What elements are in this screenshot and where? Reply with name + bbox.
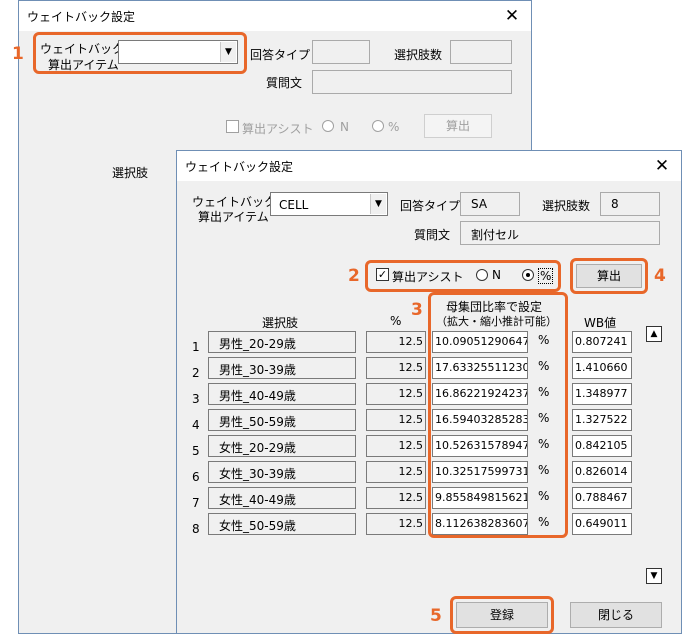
row-pct-value: 12.5 (366, 357, 426, 379)
row-pct-value: 12.5 (366, 409, 426, 431)
callout-number-4: 4 (654, 266, 666, 286)
row-index: 4 (192, 418, 200, 432)
row-choice-label: 女性_50-59歳 (208, 513, 356, 535)
front-answer-type-field: SA (460, 192, 520, 216)
front-item-label-2: 算出アイテム (198, 210, 269, 224)
row-choice-label: 女性_40-49歳 (208, 487, 356, 509)
row-wb-value: 0.842105 (572, 435, 632, 457)
front-dialog-title: ウェイトバック設定 (185, 160, 294, 174)
row-index: 8 (192, 522, 200, 536)
callout-number-3: 3 (411, 300, 423, 320)
row-choice-label: 女性_30-39歳 (208, 461, 356, 483)
row-index: 7 (192, 496, 200, 510)
row-pct-value: 12.5 (366, 487, 426, 509)
row-pct-value: 12.5 (366, 331, 426, 353)
back-dialog-title: ウェイトバック設定 (27, 10, 136, 24)
callout-box-assist (365, 260, 561, 292)
row-pct-value: 12.5 (366, 435, 426, 457)
front-question-value: 割付セル (471, 228, 520, 242)
callout-box-pop-column (428, 292, 568, 538)
row-choice-label: 男性_40-49歳 (208, 383, 356, 405)
callout-box-calc (570, 258, 648, 294)
back-choices-count-label: 選択肢数 (394, 48, 443, 62)
front-chevron-down-icon[interactable]: ▼ (370, 194, 386, 214)
front-choices-count-field: 8 (600, 192, 660, 216)
row-index: 3 (192, 392, 200, 406)
callout-number-1: 1 (12, 44, 24, 64)
front-titlebar: ウェイトバック設定 ✕ (177, 151, 681, 181)
callout-number-5: 5 (430, 606, 442, 626)
row-choice-label: 男性_30-39歳 (208, 357, 356, 379)
row-choice-label: 女性_20-29歳 (208, 435, 356, 457)
row-pct-value: 12.5 (366, 461, 426, 483)
row-pct-value: 12.5 (366, 513, 426, 535)
row-choice-label: 男性_50-59歳 (208, 409, 356, 431)
back-radio-pct[interactable] (372, 120, 384, 132)
row-wb-value: 0.649011 (572, 513, 632, 535)
front-answer-type-value: SA (471, 197, 488, 211)
callout-number-2: 2 (348, 266, 360, 286)
back-assist-label: 算出アシスト (242, 122, 314, 136)
back-assist-checkbox[interactable] (226, 120, 239, 133)
back-radio-n-label: N (340, 120, 349, 134)
scroll-down-icon[interactable]: ▼ (646, 568, 662, 584)
front-question-field: 割付セル (460, 221, 660, 245)
row-pct-value: 12.5 (366, 383, 426, 405)
col-wb-header: WB値 (584, 316, 617, 330)
col-choices-header: 選択肢 (262, 316, 299, 330)
front-answer-type-label: 回答タイプ (400, 199, 461, 213)
callout-box-register (450, 596, 554, 634)
front-item-combo[interactable]: CELL ▼ (270, 192, 388, 216)
vertical-scrollbar[interactable]: ▲ ▼ (644, 320, 664, 586)
row-wb-value: 0.826014 (572, 461, 632, 483)
row-index: 2 (192, 366, 200, 380)
row-wb-value: 1.327522 (572, 409, 632, 431)
back-answer-type-label: 回答タイプ (250, 48, 311, 62)
front-choices-count-label: 選択肢数 (542, 199, 591, 213)
back-question-field (312, 70, 512, 94)
close-button[interactable]: 閉じる (570, 602, 662, 628)
back-radio-n[interactable] (322, 120, 334, 132)
front-choices-count-value: 8 (611, 197, 619, 211)
row-wb-value: 1.348977 (572, 383, 632, 405)
back-choices-count-field (450, 40, 512, 64)
front-combo-value: CELL (279, 198, 309, 212)
col-pct-header: % (390, 314, 402, 328)
back-calc-button[interactable]: 算出 (424, 114, 492, 138)
back-choices-label: 選択肢 (112, 166, 149, 180)
front-close-icon[interactable]: ✕ (643, 151, 681, 181)
front-question-label: 質問文 (414, 228, 451, 242)
row-wb-value: 1.410660 (572, 357, 632, 379)
back-answer-type-field (312, 40, 370, 64)
back-titlebar: ウェイトバック設定 ✕ (19, 1, 531, 31)
callout-box-item-combo (33, 32, 247, 74)
row-index: 5 (192, 444, 200, 458)
back-close-icon[interactable]: ✕ (493, 1, 531, 31)
row-index: 1 (192, 340, 200, 354)
back-question-label: 質問文 (266, 76, 303, 90)
row-choice-label: 男性_20-29歳 (208, 331, 356, 353)
row-index: 6 (192, 470, 200, 484)
back-radio-pct-label: % (388, 120, 400, 134)
scroll-up-icon[interactable]: ▲ (646, 326, 662, 342)
row-wb-value: 0.807241 (572, 331, 632, 353)
row-wb-value: 0.788467 (572, 487, 632, 509)
